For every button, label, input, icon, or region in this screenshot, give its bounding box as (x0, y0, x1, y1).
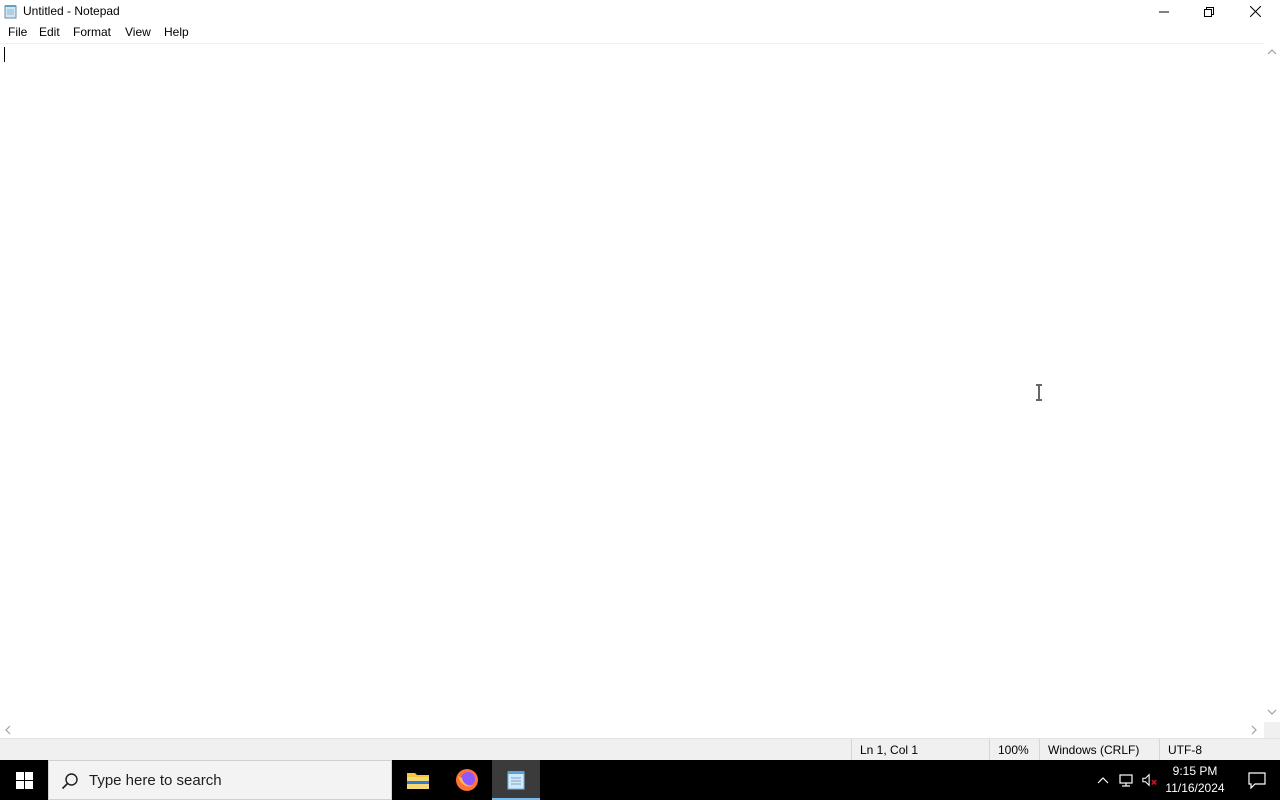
menu-file[interactable]: File (7, 25, 28, 39)
horizontal-scrollbar[interactable] (0, 722, 1264, 738)
ibeam-cursor-icon (1036, 384, 1042, 401)
text-editor[interactable] (0, 43, 1264, 722)
clock-date: 11/16/2024 (1165, 781, 1225, 795)
clock-time: 9:15 PM (1172, 764, 1218, 778)
minimize-button[interactable] (1141, 0, 1187, 23)
taskbar: Type here to search 9:15 PM 11/16/2024 (0, 760, 1280, 800)
close-icon (1249, 6, 1261, 17)
minimize-icon (1159, 11, 1169, 12)
restore-icon (1204, 6, 1214, 17)
windows-logo-icon (15, 771, 33, 789)
scroll-right-icon[interactable] (1249, 725, 1259, 735)
vertical-scrollbar[interactable] (1264, 43, 1280, 722)
status-line-ending: Windows (CRLF) (1039, 739, 1159, 761)
chevron-up-icon (1097, 777, 1109, 784)
menu-format[interactable]: Format (72, 25, 112, 39)
notepad-icon (4, 5, 17, 19)
restore-button[interactable] (1186, 0, 1232, 23)
notepad-icon (507, 771, 525, 790)
volume-tray-button[interactable] (1142, 772, 1158, 788)
search-placeholder: Type here to search (89, 772, 222, 789)
scroll-up-icon[interactable] (1267, 47, 1277, 57)
file-explorer-icon (407, 773, 429, 789)
taskbar-clock[interactable]: 9:15 PM 11/16/2024 (1160, 763, 1230, 797)
taskbar-file-explorer[interactable] (394, 760, 442, 800)
text-caret (4, 47, 5, 62)
taskbar-notepad[interactable] (492, 760, 540, 800)
close-button[interactable] (1232, 0, 1278, 23)
window-title: Untitled - Notepad (23, 4, 120, 18)
menu-view[interactable]: View (124, 25, 152, 39)
show-hidden-icons-button[interactable] (1095, 772, 1111, 788)
search-icon (61, 773, 78, 790)
scroll-down-icon[interactable] (1267, 707, 1277, 717)
network-tray-button[interactable] (1118, 772, 1134, 788)
menu-bar: File Edit Format View Help (0, 23, 1280, 43)
action-center-button[interactable] (1234, 760, 1280, 800)
start-button[interactable] (0, 760, 48, 800)
taskbar-firefox[interactable] (443, 760, 491, 800)
status-encoding: UTF-8 (1159, 739, 1280, 761)
scroll-left-icon[interactable] (3, 725, 13, 735)
status-zoom: 100% (989, 739, 1039, 761)
taskbar-search-box[interactable]: Type here to search (48, 760, 392, 800)
menu-edit[interactable]: Edit (38, 25, 61, 39)
title-bar: Untitled - Notepad (0, 0, 1280, 23)
firefox-icon (456, 769, 478, 791)
status-position: Ln 1, Col 1 (851, 739, 989, 761)
status-bar: Ln 1, Col 1 100% Windows (CRLF) UTF-8 (0, 738, 1280, 761)
menu-help[interactable]: Help (163, 25, 190, 39)
volume-muted-icon (1142, 773, 1157, 787)
notification-icon (1248, 771, 1266, 789)
network-icon (1119, 774, 1133, 787)
scrollbar-corner (1264, 722, 1280, 738)
